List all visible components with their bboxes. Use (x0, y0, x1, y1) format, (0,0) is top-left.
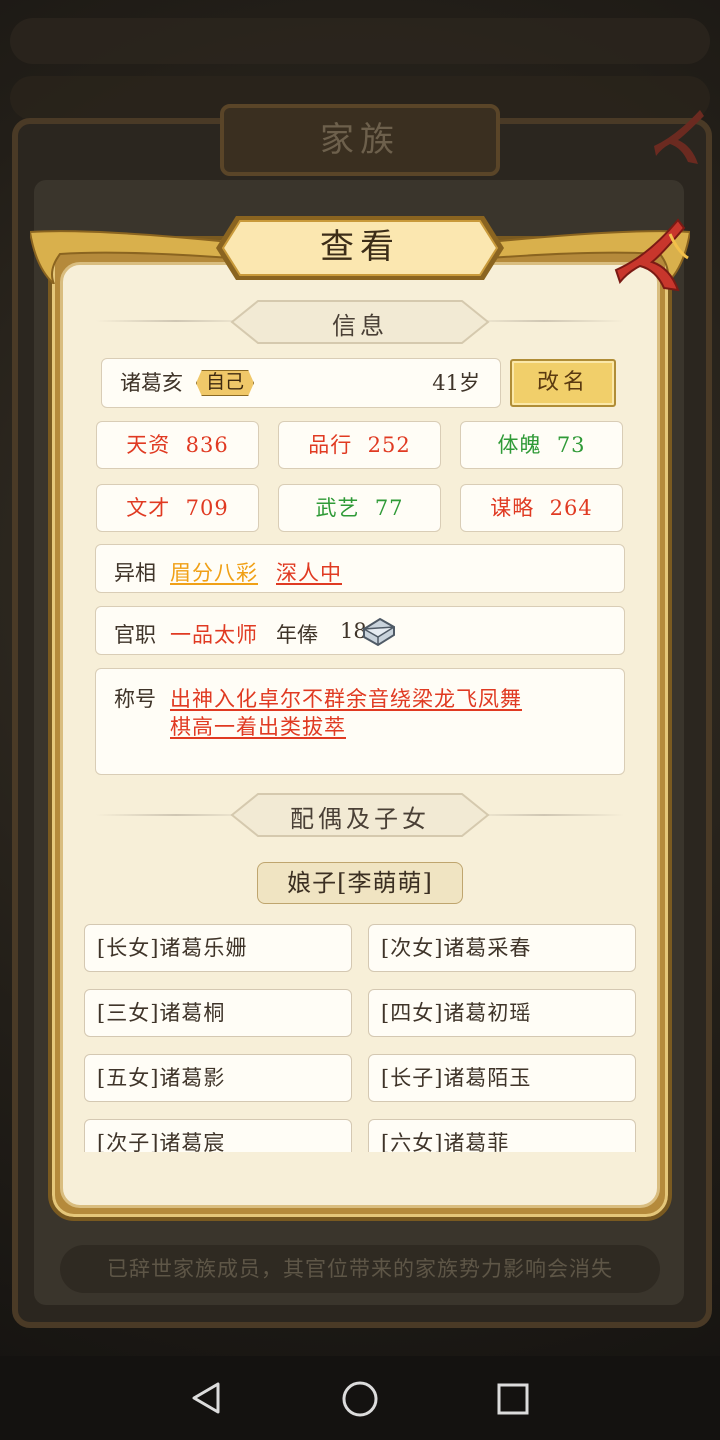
dialog-title: 查看 (320, 227, 400, 267)
stat-conduct-value: 252 (367, 433, 411, 457)
background-footer-notice: 已辞世家族成员，其官位带来的家族势力影响会消失 (60, 1245, 660, 1293)
stat-talent: 天资 836 (96, 421, 259, 469)
stat-literary-value: 709 (185, 496, 229, 520)
stat-martial: 武艺 77 (278, 484, 441, 532)
home-icon[interactable] (341, 1380, 379, 1418)
office-label: 官职 (114, 623, 156, 647)
stat-conduct: 品行 252 (278, 421, 441, 469)
appearance-trait-1[interactable]: 眉分八彩 (170, 557, 258, 587)
child-item[interactable]: [长女]诸葛乐姗 (84, 924, 352, 972)
stat-martial-label: 武艺 (315, 496, 360, 520)
silver-ingot-icon (361, 617, 395, 647)
self-tag: 自己 (196, 370, 254, 396)
child-item[interactable]: [次子]诸葛宸 (84, 1119, 352, 1152)
child-item[interactable]: [四女]诸葛初瑶 (368, 989, 636, 1037)
recents-icon[interactable] (496, 1382, 530, 1416)
appearance-box: 异相 眉分八彩 深人中 (95, 544, 625, 593)
stat-physique-label: 体魄 (497, 433, 542, 457)
titles-line-1: 出神入化卓尔不群余音绕梁龙飞凤舞 (170, 687, 522, 711)
stat-literary-label: 文才 (126, 496, 171, 520)
background-title: 家族 (220, 104, 500, 176)
spouse-label[interactable]: 娘子[李萌萌] (257, 862, 463, 904)
stat-strategy-value: 264 (549, 496, 593, 520)
stat-talent-value: 836 (185, 433, 229, 457)
close-icon[interactable] (608, 212, 690, 294)
family-header: 配偶及子女 (290, 805, 430, 833)
stat-strategy: 谋略 264 (460, 484, 623, 532)
character-age: 41岁 (432, 371, 480, 395)
child-item[interactable]: [次女]诸葛采春 (368, 924, 636, 972)
child-item[interactable]: [六女]诸葛菲 (368, 1119, 636, 1152)
appearance-label: 异相 (114, 561, 156, 585)
system-nav-bar (0, 1356, 720, 1440)
stat-physique-value: 73 (556, 433, 586, 457)
background-close-icon (654, 110, 704, 164)
child-item[interactable]: [三女]诸葛桐 (84, 989, 352, 1037)
titles-line-2: 棋高一着出类拔萃 (170, 715, 346, 739)
background-top-bar (10, 18, 710, 64)
titles-box: 称号 出神入化卓尔不群余音绕梁龙飞凤舞 棋高一着出类拔萃 (95, 668, 625, 775)
child-item[interactable]: [长子]诸葛陌玉 (368, 1054, 636, 1102)
back-icon[interactable] (188, 1380, 224, 1416)
stat-literary: 文才 709 (96, 484, 259, 532)
name-box: 诸葛亥 自己 41岁 (101, 358, 501, 408)
stat-physique: 体魄 73 (460, 421, 623, 469)
titles-label: 称号 (114, 687, 156, 711)
children-list[interactable]: [长女]诸葛乐姗 [次女]诸葛采春 [三女]诸葛桐 [四女]诸葛初瑶 [五女]诸… (60, 920, 660, 1152)
office-rank: 一品太师 (170, 623, 258, 647)
stat-talent-label: 天资 (126, 433, 171, 457)
office-box: 官职 一品太师 年俸 18 (95, 606, 625, 655)
salary-label: 年俸 (276, 623, 318, 647)
character-name: 诸葛亥 (120, 371, 183, 395)
stat-martial-value: 77 (374, 496, 404, 520)
info-header: 信息 (332, 312, 388, 340)
appearance-trait-2[interactable]: 深人中 (276, 557, 342, 587)
rename-button[interactable]: 改名 (510, 359, 616, 407)
stat-conduct-label: 品行 (308, 433, 353, 457)
child-item[interactable]: [五女]诸葛影 (84, 1054, 352, 1102)
stat-strategy-label: 谋略 (490, 496, 535, 520)
